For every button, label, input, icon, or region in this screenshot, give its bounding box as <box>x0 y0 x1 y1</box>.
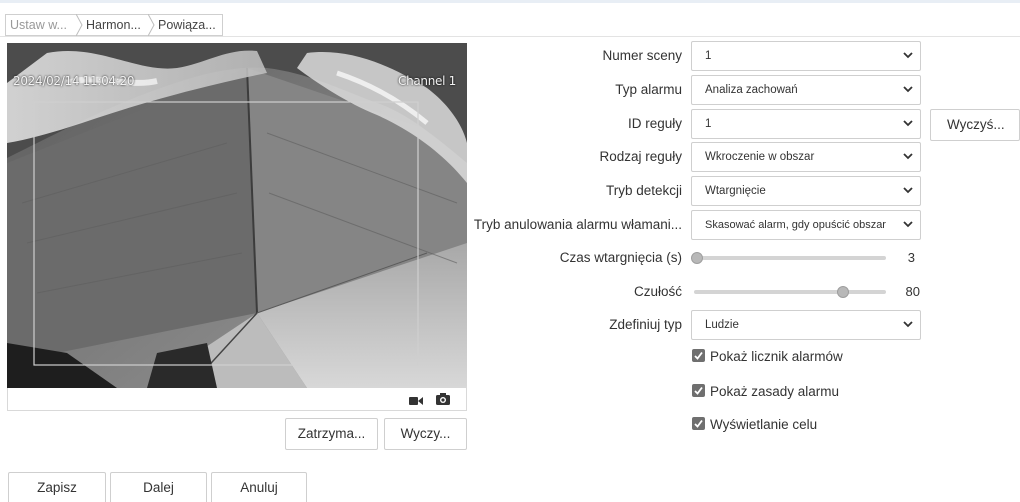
divider <box>0 36 1020 37</box>
slider-track <box>694 256 886 260</box>
detection-mode-select[interactable]: Wtargnięcie <box>691 176 921 206</box>
select-value: Wtargnięcie <box>705 185 766 197</box>
camera-image <box>7 43 467 388</box>
chevron-down-icon <box>903 86 913 93</box>
rule-kind-select[interactable]: Wkroczenie w obszar <box>691 142 921 172</box>
osd-timestamp: 2024/02/14 11:04:20 <box>13 74 135 88</box>
slider-handle[interactable] <box>691 252 703 264</box>
slider-track <box>694 290 886 294</box>
show-target-checkbox[interactable]: Wyświetlanie celu <box>692 416 817 434</box>
select-value: Analiza zachowań <box>705 84 798 96</box>
select-value: 1 <box>705 50 712 62</box>
tab-linkage[interactable]: Powiąza... <box>148 14 223 36</box>
tab-settings[interactable]: Ustaw w... <box>5 14 77 36</box>
define-type-label: Zdefiniuj typ <box>609 317 682 332</box>
osd-channel: Channel 1 <box>397 74 456 88</box>
checkbox-label: Wyświetlanie celu <box>710 417 818 432</box>
tab-label: Powiąza... <box>158 18 216 32</box>
video-preview[interactable]: 2024/02/14 11:04:20 Channel 1 <box>7 43 467 388</box>
select-value: Skasować alarm, gdy opuścić obszar <box>705 219 886 231</box>
rule-id-label: ID reguły <box>627 116 682 131</box>
sensitivity-slider[interactable] <box>691 286 886 298</box>
cancel-button[interactable]: Anuluj <box>211 472 307 502</box>
chevron-down-icon <box>903 120 913 127</box>
show-alarm-rules-checkbox[interactable]: Pokaż zasady alarmu <box>692 383 839 401</box>
show-alarm-counter-checkbox[interactable]: Pokaż licznik alarmów <box>692 348 843 366</box>
tab-schedule[interactable]: Harmon... <box>76 14 149 36</box>
sensitivity-value: 80 <box>905 284 920 299</box>
define-type-select[interactable]: Ludzie <box>691 310 921 340</box>
top-border <box>0 0 1020 3</box>
camera-icon[interactable] <box>436 393 450 408</box>
breadcrumb-tabs: Ustaw w... Harmon... Powiąza... <box>5 14 223 36</box>
chevron-down-icon <box>903 52 913 59</box>
alarm-type-select[interactable]: Analiza zachowań <box>691 75 921 105</box>
checkbox-checked-icon[interactable] <box>692 383 705 397</box>
rule-id-select[interactable]: 1 <box>691 109 921 139</box>
select-value: Wkroczenie w obszar <box>705 151 815 163</box>
cancel-mode-select[interactable]: Skasować alarm, gdy opuścić obszar <box>691 210 921 240</box>
chevron-down-icon <box>903 187 913 194</box>
intrusion-time-value: 3 <box>907 250 915 265</box>
rule-kind-label: Rodzaj reguły <box>599 149 682 164</box>
chevron-down-icon <box>903 321 913 328</box>
checkbox-label: Pokaż zasady alarmu <box>710 384 840 399</box>
video-toolbar <box>7 388 467 411</box>
checkbox-checked-icon[interactable] <box>692 348 705 362</box>
tab-separator-icon <box>148 14 155 36</box>
intrusion-time-label: Czas wtargnięcia (s) <box>559 250 682 265</box>
alarm-type-label: Typ alarmu <box>615 82 682 97</box>
cancel-mode-label: Tryb anulowania alarmu włamani... <box>473 217 682 232</box>
scene-number-label: Numer sceny <box>602 48 682 63</box>
tab-separator-icon <box>76 14 83 36</box>
detection-mode-label: Tryb detekcji <box>605 183 682 198</box>
intrusion-time-slider[interactable] <box>691 252 886 264</box>
clear-rule-button[interactable]: Wyczyś... <box>930 109 1020 141</box>
checkbox-label: Pokaż licznik alarmów <box>710 349 843 364</box>
sensitivity-label: Czułość <box>633 284 682 299</box>
clear-drawing-button[interactable]: Wyczy... <box>384 418 467 450</box>
checkbox-checked-icon[interactable] <box>692 416 705 430</box>
video-camera-icon[interactable] <box>409 394 423 409</box>
select-value: Ludzie <box>705 319 739 331</box>
slider-handle[interactable] <box>837 286 849 298</box>
save-button[interactable]: Zapisz <box>8 472 106 502</box>
chevron-down-icon <box>903 221 913 228</box>
tab-label: Harmon... <box>86 18 141 32</box>
next-button[interactable]: Dalej <box>110 472 207 502</box>
stop-button[interactable]: Zatrzyma... <box>285 418 378 450</box>
scene-number-select[interactable]: 1 <box>691 41 921 71</box>
tab-label: Ustaw w... <box>10 18 67 32</box>
chevron-down-icon <box>903 153 913 160</box>
select-value: 1 <box>705 118 712 130</box>
